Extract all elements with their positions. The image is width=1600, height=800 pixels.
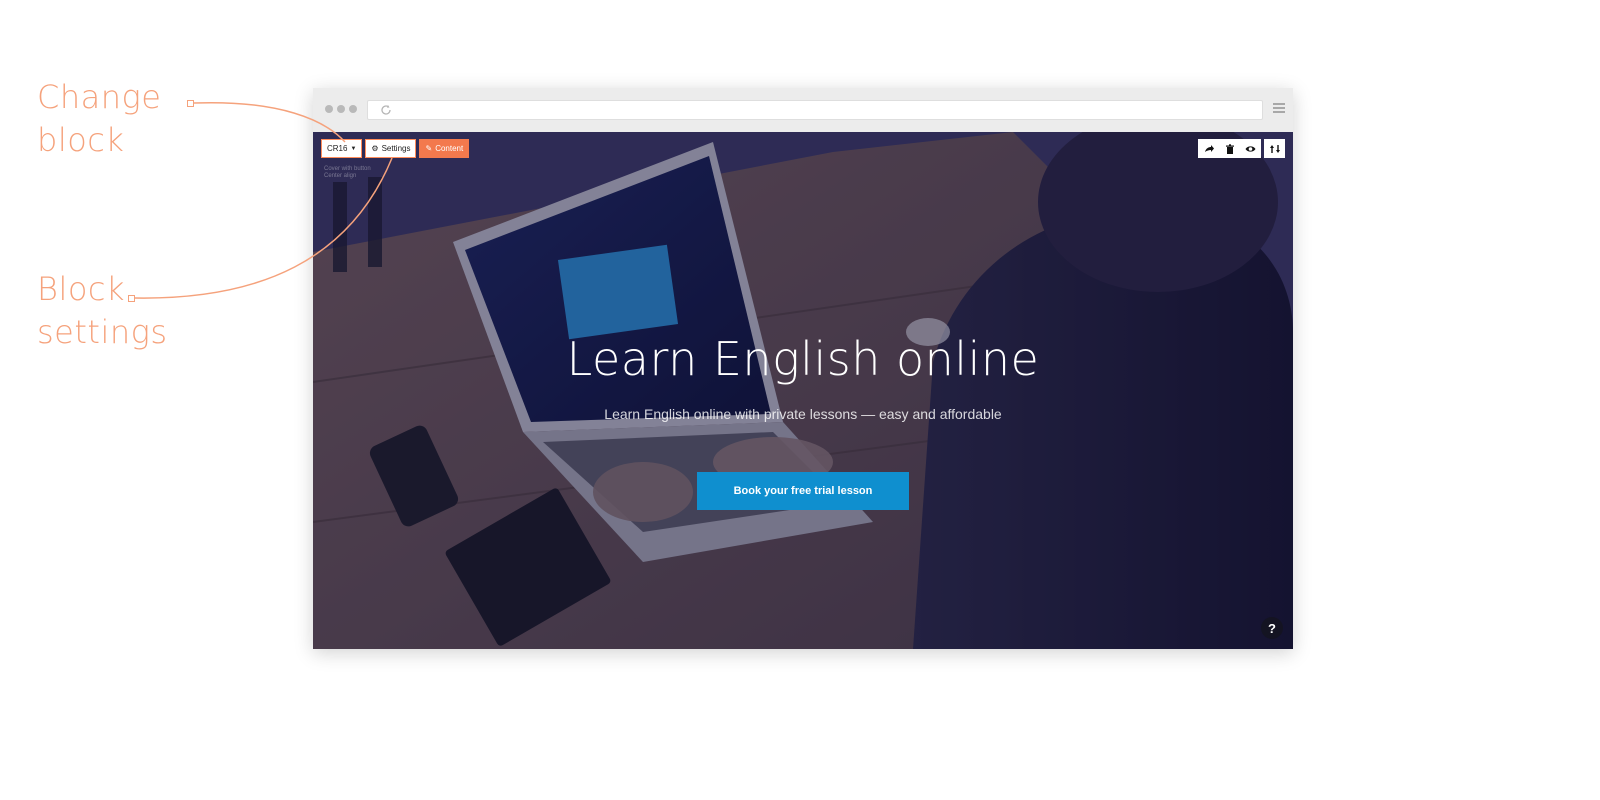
block-selector-label: CR16 xyxy=(327,144,348,153)
book-trial-lesson-button[interactable]: Book your free trial lesson xyxy=(697,472,909,510)
hero-headline: Learn English online xyxy=(566,332,1040,386)
block-settings-callout: Block settings xyxy=(37,268,217,354)
block-editor-toolbar: CR16 ▼ ⚙ Settings ✎ Content xyxy=(321,139,470,158)
eye-icon[interactable] xyxy=(1240,139,1261,158)
hero-subheadline: Learn English online with private lesson… xyxy=(604,406,1002,422)
block-actions-group xyxy=(1198,139,1261,158)
help-button[interactable]: ? xyxy=(1261,617,1283,639)
pencil-icon: ✎ xyxy=(425,144,433,153)
hero-cover-block: CR16 ▼ ⚙ Settings ✎ Content Cover with b… xyxy=(313,132,1293,649)
gear-icon: ⚙ xyxy=(371,144,379,153)
trash-icon[interactable] xyxy=(1219,139,1240,158)
block-settings-button[interactable]: ⚙ Settings xyxy=(365,139,417,158)
browser-toolbar xyxy=(313,88,1293,132)
window-dot[interactable] xyxy=(337,105,345,113)
browser-window: CR16 ▼ ⚙ Settings ✎ Content Cover with b… xyxy=(313,88,1293,649)
change-block-callout-line2: block xyxy=(37,121,125,159)
hamburger-menu-icon[interactable] xyxy=(1273,103,1285,115)
change-block-button[interactable]: CR16 ▼ xyxy=(321,139,363,158)
block-hint-line1: Cover with button xyxy=(324,166,371,172)
change-block-callout: Change block xyxy=(37,76,217,162)
reload-icon[interactable] xyxy=(380,104,392,116)
caret-down-icon: ▼ xyxy=(350,145,357,152)
sort-icon[interactable] xyxy=(1264,139,1285,158)
block-settings-callout-line2: settings xyxy=(37,313,168,351)
block-hint-line2: Center align xyxy=(324,173,357,179)
window-dot[interactable] xyxy=(325,105,333,113)
hero-dark-overlay xyxy=(313,132,1293,649)
block-settings-callout-line1: Block xyxy=(37,270,126,308)
block-actions-toolbar xyxy=(1198,139,1285,158)
change-block-marker xyxy=(187,100,194,107)
forward-icon[interactable] xyxy=(1198,139,1219,158)
settings-label: Settings xyxy=(381,144,411,153)
address-bar[interactable] xyxy=(367,100,1263,120)
window-dot[interactable] xyxy=(349,105,357,113)
block-content-button[interactable]: ✎ Content xyxy=(419,139,470,158)
block-hint: Cover with button Center align xyxy=(324,166,371,180)
block-settings-marker xyxy=(128,295,135,302)
window-controls[interactable] xyxy=(325,105,357,113)
content-label: Content xyxy=(435,144,464,153)
change-block-callout-line1: Change xyxy=(37,78,162,116)
